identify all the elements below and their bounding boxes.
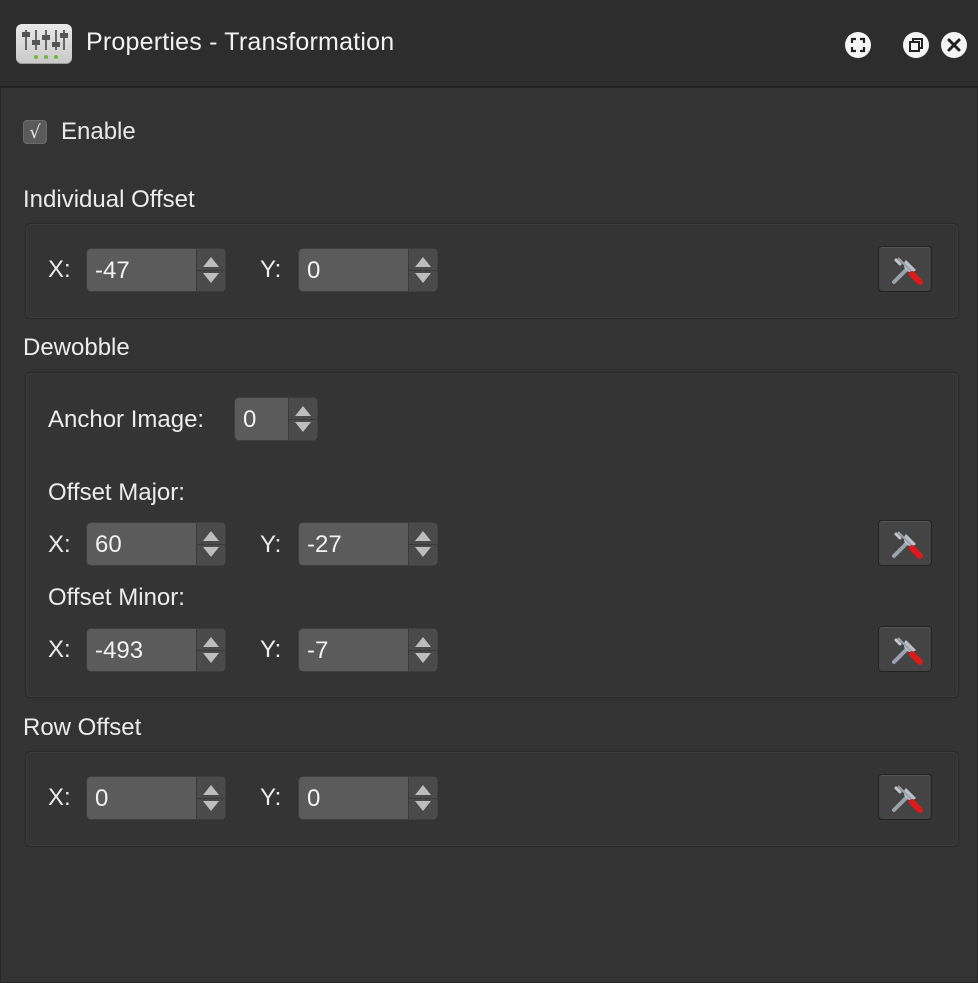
row-offset-group: X: 0 Y: 0 bbox=[25, 751, 959, 847]
tools-icon bbox=[892, 257, 923, 285]
field-value: -7 bbox=[307, 637, 329, 664]
individual-offset-title: Individual Offset bbox=[23, 186, 195, 213]
x-label: X: bbox=[48, 256, 71, 283]
stepper-up-icon[interactable] bbox=[203, 257, 219, 267]
offset-minor-x-field[interactable]: -493 bbox=[86, 628, 226, 672]
stepper-arrows[interactable] bbox=[408, 629, 437, 671]
close-icon[interactable] bbox=[941, 32, 967, 58]
y-label: Y: bbox=[260, 636, 282, 663]
dewobble-group: Anchor Image: 0 Offset Major: X: 60 Y: -… bbox=[25, 372, 959, 698]
stepper-up-icon[interactable] bbox=[203, 785, 219, 795]
stepper-down-icon[interactable] bbox=[203, 801, 219, 811]
stepper-arrows[interactable] bbox=[408, 777, 437, 819]
field-value: 0 bbox=[307, 257, 321, 284]
offset-minor-y-field[interactable]: -7 bbox=[298, 628, 438, 672]
stepper-down-icon[interactable] bbox=[203, 273, 219, 283]
stepper-up-icon[interactable] bbox=[415, 637, 431, 647]
stepper-down-icon[interactable] bbox=[415, 801, 431, 811]
x-label: X: bbox=[48, 636, 71, 663]
stepper-down-icon[interactable] bbox=[415, 547, 431, 557]
x-label: X: bbox=[48, 531, 71, 558]
stepper-down-icon[interactable] bbox=[203, 653, 219, 663]
fullscreen-icon[interactable] bbox=[845, 32, 871, 58]
offset-major-label: Offset Major: bbox=[48, 479, 185, 506]
y-label: Y: bbox=[260, 256, 282, 283]
individual-offset-tool-button[interactable] bbox=[878, 246, 932, 292]
stepper-up-icon[interactable] bbox=[203, 531, 219, 541]
offset-major-y-field[interactable]: -27 bbox=[298, 522, 438, 566]
row-offset-y-field[interactable]: 0 bbox=[298, 776, 438, 820]
title-bar: Properties - Transformation bbox=[0, 0, 978, 87]
stepper-up-icon[interactable] bbox=[203, 637, 219, 647]
offset-major-tool-button[interactable] bbox=[878, 520, 932, 566]
enable-row[interactable]: √ Enable bbox=[23, 118, 136, 146]
window-title: Properties - Transformation bbox=[86, 28, 395, 56]
stepper-arrows[interactable] bbox=[408, 249, 437, 291]
stepper-arrows[interactable] bbox=[196, 523, 225, 565]
field-value: 0 bbox=[95, 785, 109, 812]
field-value: -27 bbox=[307, 531, 342, 558]
row-offset-tool-button[interactable] bbox=[878, 774, 932, 820]
offset-minor-tool-button[interactable] bbox=[878, 626, 932, 672]
row-offset-x-field[interactable]: 0 bbox=[86, 776, 226, 820]
x-label: X: bbox=[48, 784, 71, 811]
tools-icon bbox=[892, 531, 923, 559]
stepper-arrows[interactable] bbox=[196, 629, 225, 671]
enable-checkbox[interactable]: √ bbox=[23, 120, 47, 144]
individual-offset-x-field[interactable]: -47 bbox=[86, 248, 226, 292]
field-value: 60 bbox=[95, 531, 122, 558]
individual-offset-group: X: -47 Y: 0 bbox=[25, 223, 959, 319]
offset-minor-label: Offset Minor: bbox=[48, 584, 185, 611]
stepper-arrows[interactable] bbox=[196, 249, 225, 291]
dewobble-title: Dewobble bbox=[23, 334, 130, 361]
stepper-down-icon[interactable] bbox=[415, 273, 431, 283]
anchor-image-label: Anchor Image: bbox=[48, 406, 205, 433]
stepper-down-icon[interactable] bbox=[203, 547, 219, 557]
stepper-arrows[interactable] bbox=[408, 523, 437, 565]
stepper-up-icon[interactable] bbox=[415, 531, 431, 541]
stepper-arrows[interactable] bbox=[288, 398, 317, 440]
tools-icon bbox=[892, 637, 923, 665]
field-value: -47 bbox=[95, 257, 130, 284]
stepper-arrows[interactable] bbox=[196, 777, 225, 819]
field-value: 0 bbox=[307, 785, 321, 812]
stepper-up-icon[interactable] bbox=[415, 785, 431, 795]
field-value: 0 bbox=[243, 406, 257, 433]
enable-label: Enable bbox=[61, 118, 136, 145]
y-label: Y: bbox=[260, 531, 282, 558]
stepper-up-icon[interactable] bbox=[415, 257, 431, 267]
y-label: Y: bbox=[260, 784, 282, 811]
properties-panel: √ Enable Individual Offset X: -47 Y: 0 D… bbox=[0, 87, 978, 983]
row-offset-title: Row Offset bbox=[23, 714, 142, 741]
individual-offset-y-field[interactable]: 0 bbox=[298, 248, 438, 292]
stepper-down-icon[interactable] bbox=[295, 422, 311, 432]
field-value: -493 bbox=[95, 637, 144, 664]
anchor-image-field[interactable]: 0 bbox=[234, 397, 318, 441]
offset-major-x-field[interactable]: 60 bbox=[86, 522, 226, 566]
sliders-icon bbox=[16, 24, 72, 64]
restore-window-icon[interactable] bbox=[903, 32, 929, 58]
tools-icon bbox=[892, 785, 923, 813]
stepper-up-icon[interactable] bbox=[295, 406, 311, 416]
stepper-down-icon[interactable] bbox=[415, 653, 431, 663]
